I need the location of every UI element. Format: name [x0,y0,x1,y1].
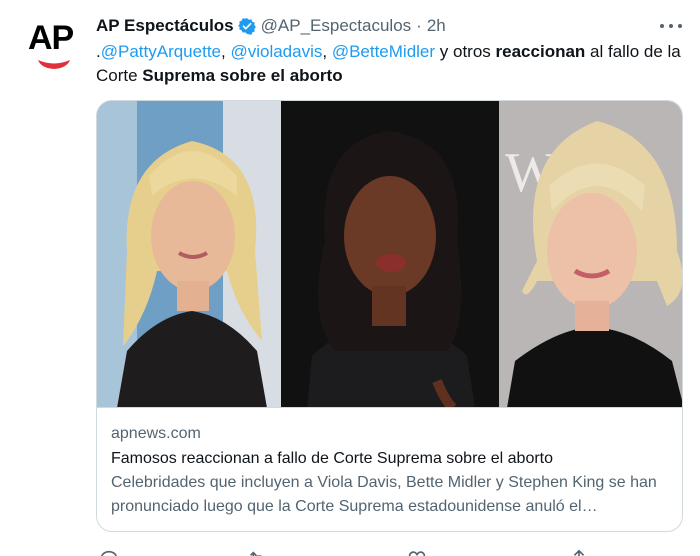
like-icon[interactable] [406,548,428,556]
text-bold: sobre el aborto [215,66,343,85]
text-bold: Suprema [142,66,216,85]
reply-icon[interactable] [98,548,120,556]
ap-logo-swoosh-icon [38,60,70,69]
verified-badge-icon [237,18,256,35]
ap-logo-text: AP [28,19,74,57]
user-handle[interactable]: @AP_Espectaculos [261,16,412,36]
text-segment: , [322,42,332,61]
more-options-icon[interactable] [660,16,682,36]
card-title: Famosos reaccionan a fallo de Corte Supr… [111,450,554,467]
celebrity-photo-collage: WS [97,101,682,407]
timestamp[interactable]: 2h [427,16,446,36]
tweet-header: AP Espectáculos @AP_Espectaculos · 2h [96,14,446,38]
text-segment: y otros [435,42,496,61]
card-image[interactable]: WS [97,101,682,408]
text-bold: reaccionan [495,42,586,61]
separator-dot: · [416,16,422,35]
card-body: apnews.com Famosos reaccionan a fallo de… [111,423,671,519]
avatar[interactable]: AP [26,18,82,74]
tweet-text: .@PattyArquette, @violadavis, @BetteMidl… [96,40,686,88]
mention-viola-davis[interactable]: @violadavis [230,42,322,61]
retweet-icon[interactable] [246,548,268,556]
display-name[interactable]: AP Espectáculos [96,16,234,36]
card-domain: apnews.com [111,425,201,442]
card-description: Celebridades que incluyen a Viola Davis,… [111,474,657,515]
tweet: AP AP Espectáculos @AP_Espectaculos · 2h… [0,0,700,556]
mention-patty-arquette[interactable]: @PattyArquette [101,42,221,61]
link-card[interactable]: WS apnews.com Famosos reaccionan a fallo… [96,100,683,532]
mention-bette-midler[interactable]: @BetteMidler [332,42,435,61]
tweet-actions [96,544,686,556]
share-icon[interactable] [568,548,590,556]
